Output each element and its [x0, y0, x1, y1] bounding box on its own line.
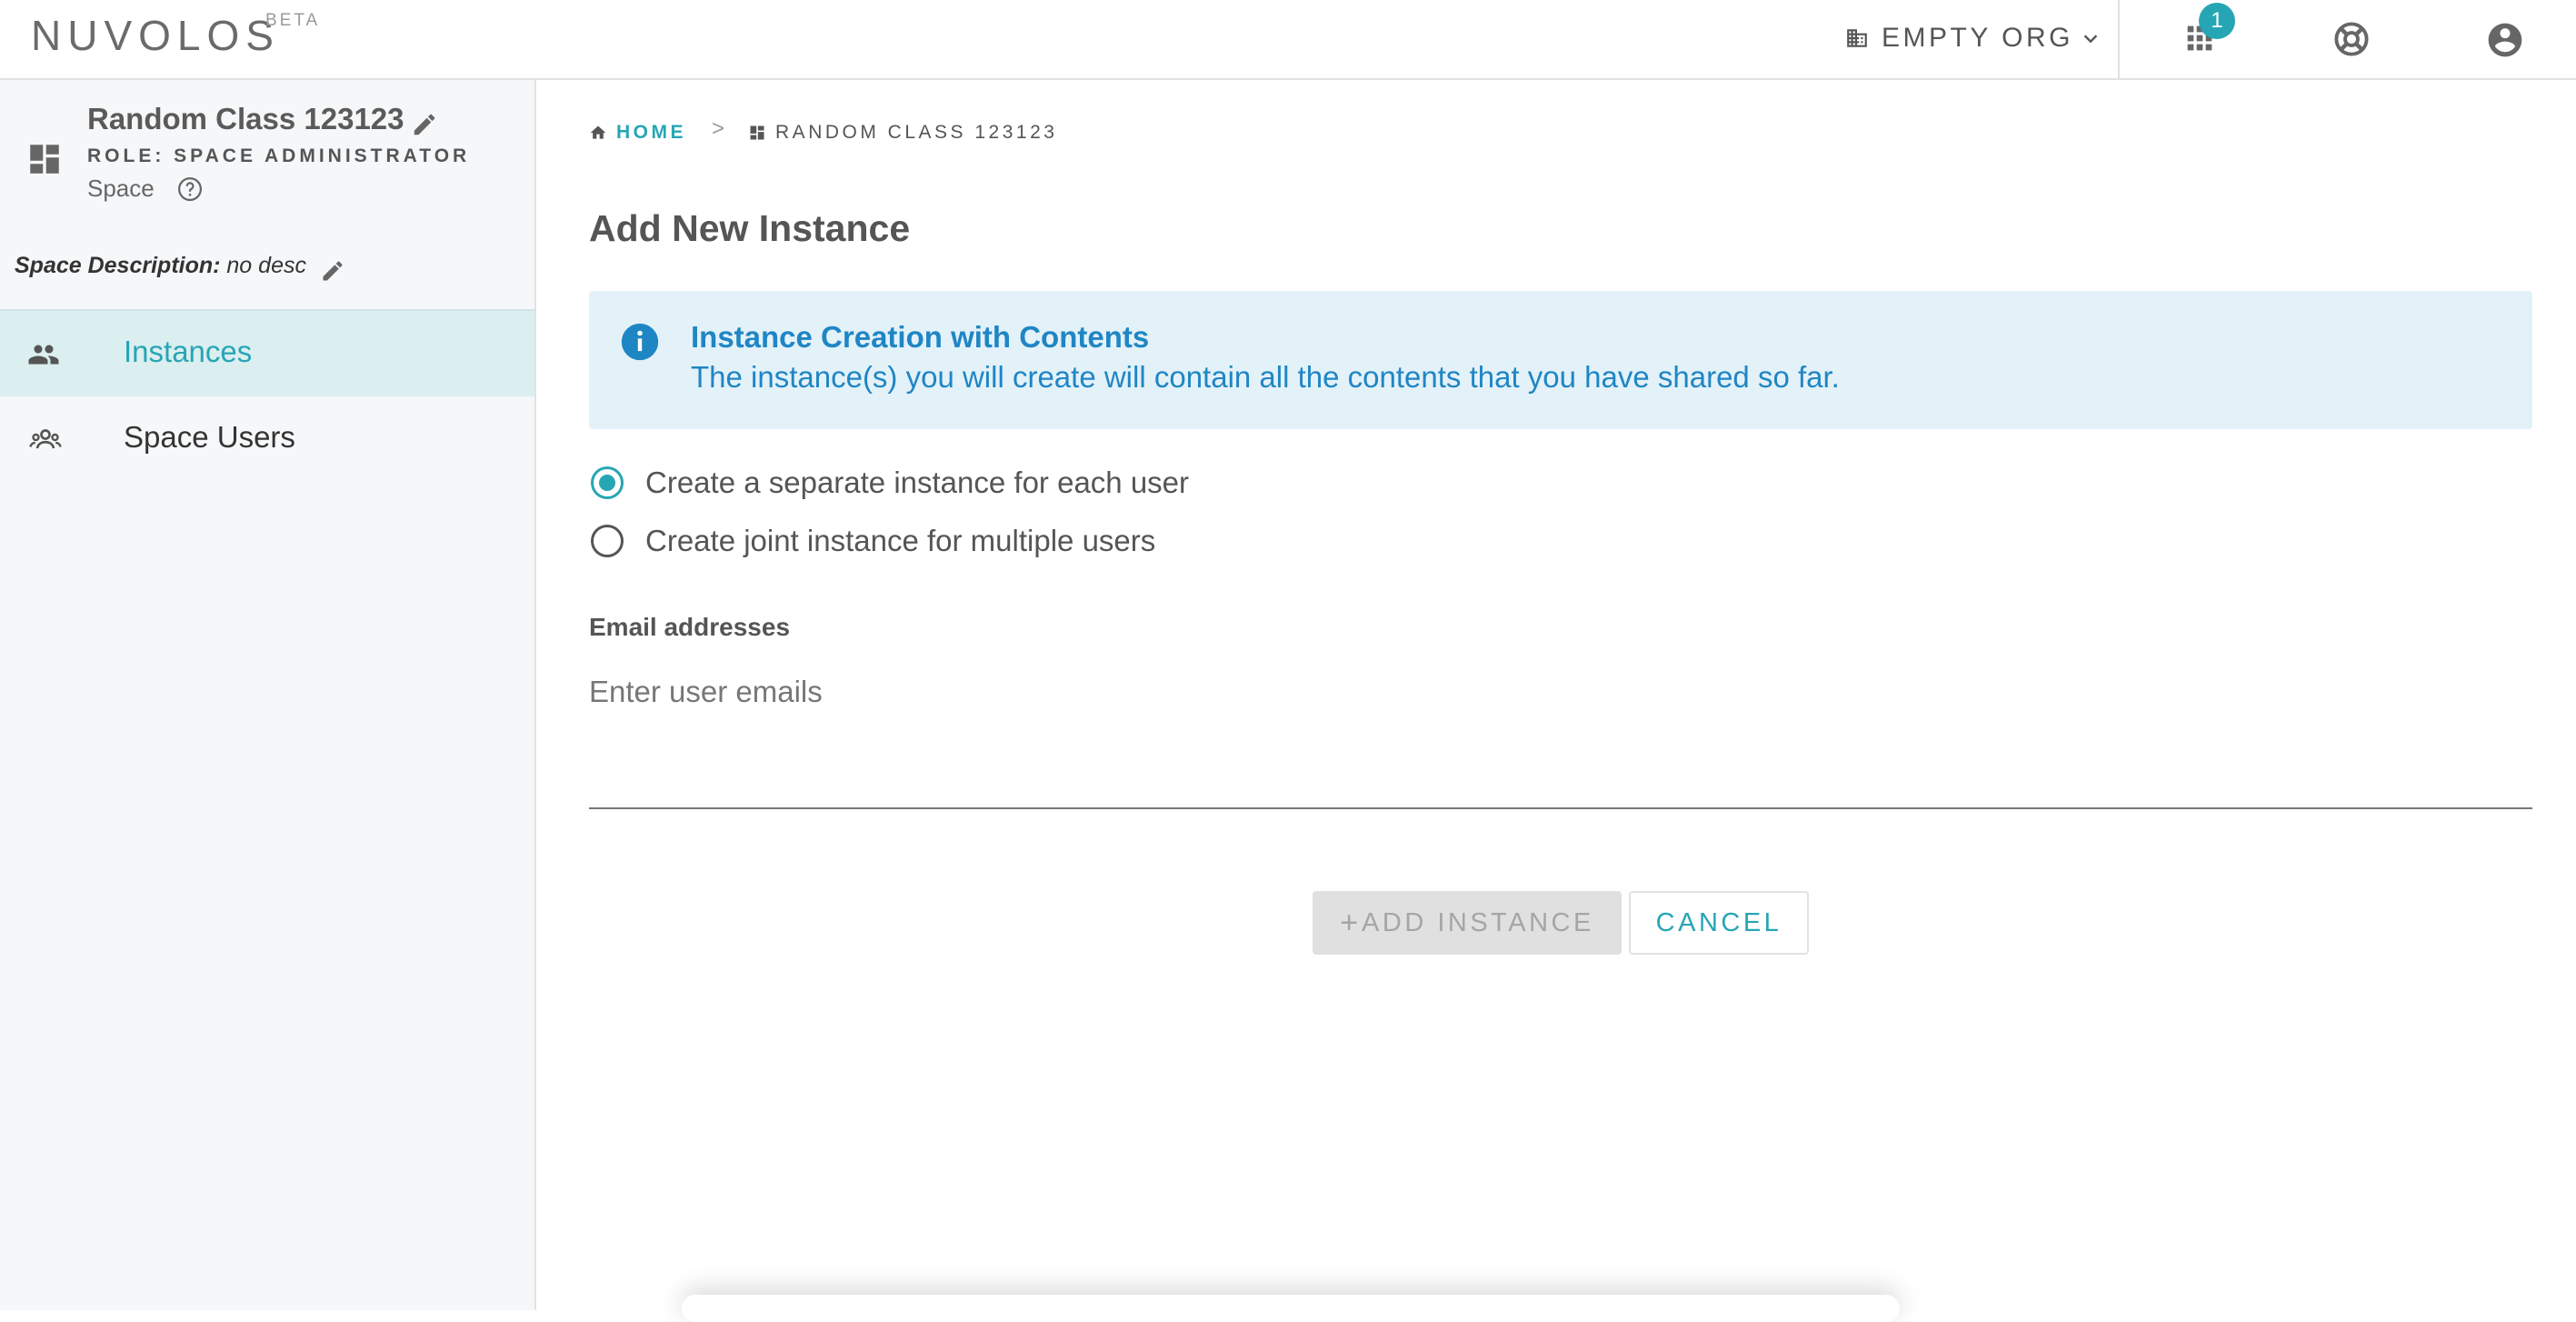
add-instance-button[interactable]: + ADD INSTANCE — [1313, 891, 1622, 955]
radio-button-checked[interactable] — [591, 466, 624, 499]
brand-logo[interactable]: NUVOLOS — [31, 11, 280, 60]
radio-separate-instance[interactable]: Create a separate instance for each user — [589, 466, 1189, 500]
email-addresses-input[interactable] — [589, 675, 2532, 809]
group-icon — [28, 345, 59, 365]
users-icon — [29, 429, 62, 449]
breadcrumb-current[interactable]: RANDOM CLASS 123123 — [748, 122, 1057, 144]
org-name: EMPTY ORG — [1882, 23, 2073, 53]
chevron-down-icon — [2083, 35, 2098, 44]
info-icon — [621, 323, 659, 361]
breadcrumb: HOME > RANDOM CLASS 123123 — [589, 116, 1057, 145]
header-divider — [2118, 0, 2120, 80]
edit-space-name-icon[interactable] — [411, 111, 438, 138]
bottom-panel-edge — [682, 1295, 1900, 1322]
main-content: HOME > RANDOM CLASS 123123 Add New Insta… — [536, 80, 2576, 1322]
dashboard-icon — [750, 125, 764, 140]
page-title: Add New Instance — [589, 207, 911, 249]
space-description-value: no desc — [226, 253, 306, 278]
radio-button-unchecked[interactable] — [591, 525, 624, 557]
info-alert: Instance Creation with Contents The inst… — [589, 291, 2532, 429]
radio-label: Create a separate instance for each user — [645, 466, 1190, 499]
apps-badge: 1 — [2199, 3, 2235, 39]
breadcrumb-separator: > — [712, 116, 725, 141]
plus-icon: + — [1340, 905, 1359, 940]
space-description-label: Space Description: — [15, 253, 221, 278]
space-role: ROLE: SPACE ADMINISTRATOR — [87, 145, 471, 166]
org-selector[interactable]: EMPTY ORG — [1845, 16, 2113, 60]
radio-label: Create joint instance for multiple users — [645, 524, 1156, 557]
top-app-bar: NUVOLOS BETA EMPTY ORG 1 — [0, 0, 2576, 80]
lifebuoy-icon[interactable] — [2332, 20, 2371, 58]
sidebar-item-label: Instances — [124, 335, 253, 368]
cancel-button[interactable]: CANCEL — [1629, 891, 1809, 955]
edit-description-icon[interactable] — [320, 258, 345, 284]
home-icon — [590, 125, 606, 139]
building-icon — [1847, 29, 1867, 47]
sidebar: Random Class 123123 ROLE: SPACE ADMINIST… — [0, 80, 536, 1310]
dashboard-icon — [30, 145, 59, 174]
space-type: Space — [87, 175, 155, 202]
alert-text: The instance(s) you will create will con… — [691, 360, 1840, 394]
help-circle-icon[interactable] — [176, 175, 204, 203]
sidebar-item-instances[interactable]: Instances — [0, 309, 534, 396]
breadcrumb-home-label: HOME — [616, 122, 686, 143]
account-circle-icon[interactable] — [2485, 20, 2525, 60]
sidebar-item-space-users[interactable]: Space Users — [0, 396, 534, 482]
breadcrumb-current-label: RANDOM CLASS 123123 — [775, 122, 1058, 143]
radio-joint-instance[interactable]: Create joint instance for multiple users — [589, 524, 1155, 558]
sidebar-item-label: Space Users — [124, 420, 295, 454]
alert-title: Instance Creation with Contents — [691, 320, 1150, 354]
beta-label: BETA — [265, 11, 321, 30]
space-name: Random Class 123123 — [87, 102, 404, 135]
space-description: Space Description: no desc — [15, 253, 306, 279]
breadcrumb-home[interactable]: HOME — [589, 122, 686, 144]
add-instance-label: ADD INSTANCE — [1362, 907, 1594, 937]
email-addresses-label: Email addresses — [589, 613, 791, 641]
